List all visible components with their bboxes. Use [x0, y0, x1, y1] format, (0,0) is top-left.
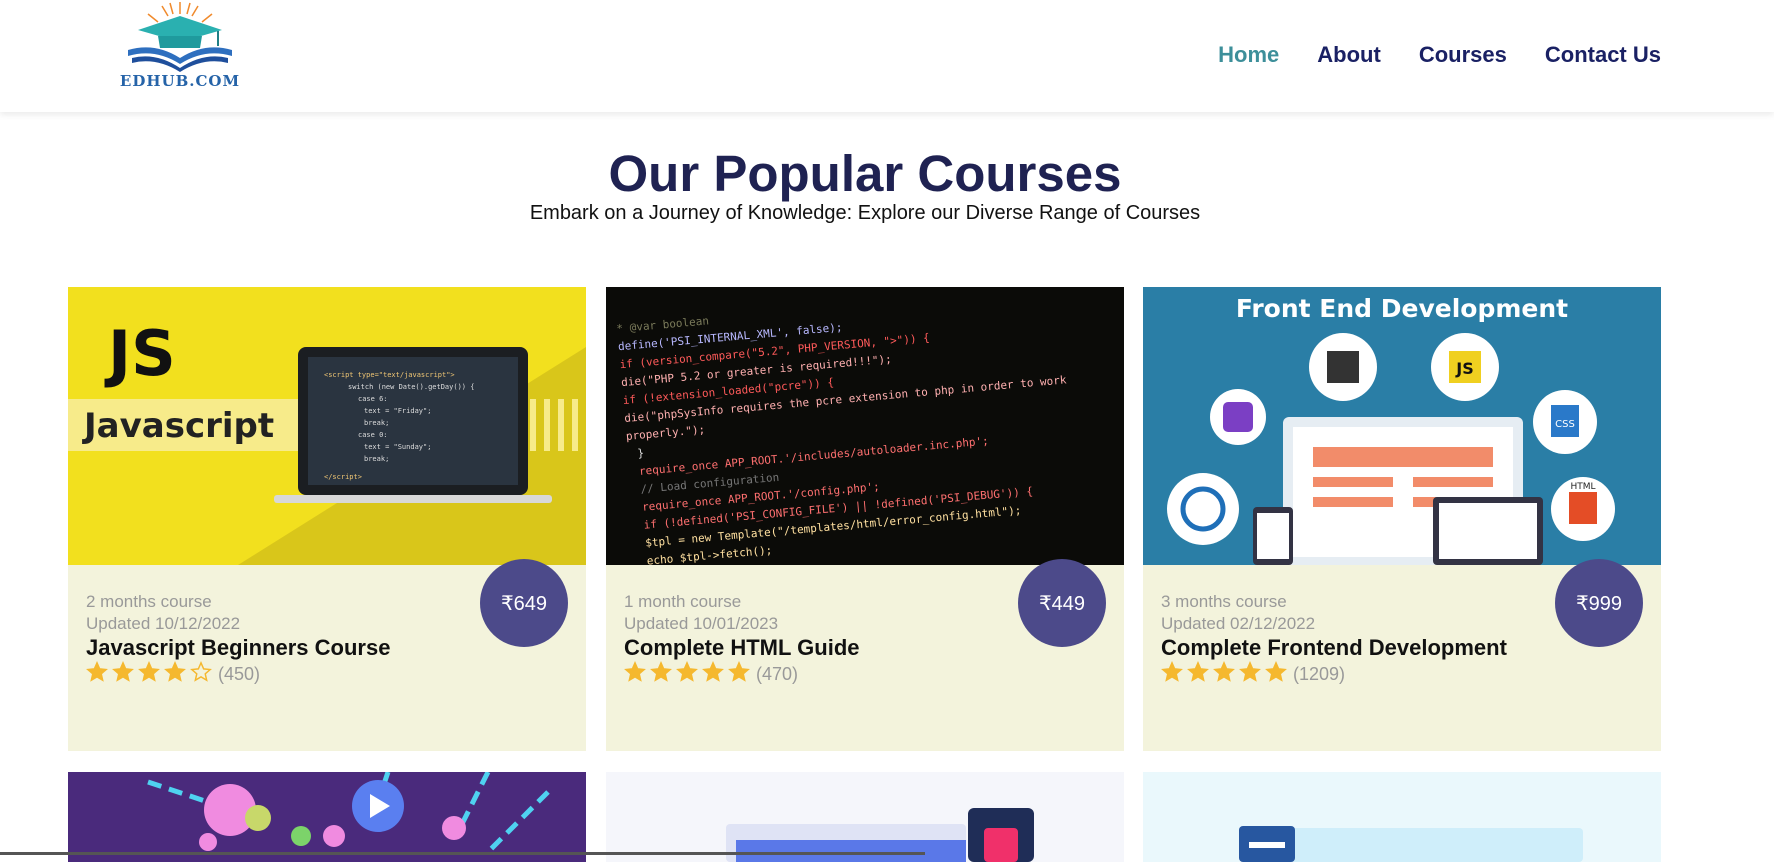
course-updated: Updated 10/12/2022 — [86, 614, 241, 633]
course-card-partial-1[interactable] — [68, 772, 586, 862]
ui-graphic — [1239, 826, 1583, 862]
stars-group — [1161, 661, 1291, 688]
nav-home[interactable]: Home — [1218, 42, 1279, 68]
price-badge[interactable]: ₹449 — [1018, 559, 1106, 647]
star-empty-icon — [190, 661, 212, 682]
review-count: (450) — [218, 664, 261, 684]
star-filled-icon — [1161, 661, 1183, 682]
svg-text:text = "Friday";: text = "Friday"; — [364, 407, 431, 415]
nav-about[interactable]: About — [1317, 42, 1381, 68]
svg-text:case 6:: case 6: — [358, 395, 388, 403]
svg-text:HTML: HTML — [1570, 482, 1595, 492]
section-subtitle: Embark on a Journey of Knowledge: Explor… — [529, 202, 1201, 224]
logo-book-cap-icon — [128, 2, 232, 72]
star-filled-icon — [1239, 661, 1261, 682]
svg-text:case 0:: case 0: — [358, 431, 388, 439]
course-card-javascript[interactable]: JS Javascript <script type="text/javascr… — [68, 287, 586, 751]
price-badge[interactable]: ₹649 — [480, 559, 568, 647]
section-title: Our Popular Courses — [608, 145, 1122, 202]
course-name[interactable]: Complete HTML Guide — [624, 635, 860, 661]
svg-text:</script>: </script> — [324, 473, 362, 481]
star-filled-icon — [624, 661, 646, 682]
nav-contact-us[interactable]: Contact Us — [1545, 42, 1661, 68]
network-graphic — [147, 772, 550, 854]
star-filled-icon — [164, 661, 186, 682]
course-card-partial-3[interactable] — [1143, 772, 1661, 862]
price-badge[interactable]: ₹999 — [1555, 559, 1643, 647]
star-filled-icon — [1187, 661, 1209, 682]
course-card-html[interactable]: * @var boolean define('PSI_INTERNAL_XML',… — [606, 287, 1124, 751]
horizontal-scrollbar[interactable] — [0, 852, 925, 855]
stars-group — [624, 661, 754, 688]
site-logo[interactable]: EDHUB.COM — [100, 0, 260, 92]
star-filled-icon — [702, 661, 724, 682]
star-filled-icon — [138, 661, 160, 682]
star-filled-icon — [676, 661, 698, 682]
javascript-label-text: Javascript — [82, 406, 274, 446]
review-count: (1209) — [1293, 664, 1346, 684]
js-badge-text: JS — [104, 317, 176, 390]
course-rating: (1209) — [1161, 661, 1345, 688]
course-card-partial-2[interactable] — [606, 772, 1124, 862]
code-line: } — [637, 446, 645, 460]
svg-text:CSS: CSS — [1555, 419, 1575, 430]
nav-courses[interactable]: Courses — [1419, 42, 1507, 68]
svg-text:break;: break; — [364, 455, 389, 463]
star-filled-icon — [1265, 661, 1287, 682]
course-duration: 1 month course — [624, 592, 742, 611]
svg-text:break;: break; — [364, 419, 389, 427]
course-image-frontend: Front End Development JS CSS HTML — [1143, 287, 1661, 565]
site-header: EDHUB.COM Home About Courses Contact Us — [0, 0, 1774, 112]
svg-text:JS: JS — [1455, 359, 1473, 378]
svg-text:switch (new Date().getDay()) {: switch (new Date().getDay()) { — [348, 383, 474, 391]
svg-text:<script type="text/javascript": <script type="text/javascript"> — [324, 371, 455, 379]
course-name[interactable]: Javascript Beginners Course — [86, 635, 390, 661]
course-updated: Updated 10/01/2023 — [624, 614, 779, 633]
stars-group — [86, 661, 216, 688]
star-filled-icon — [650, 661, 672, 682]
frontend-heading-text: Front End Development — [1236, 294, 1568, 323]
course-rating: (470) — [624, 661, 798, 688]
course-updated: Updated 02/12/2022 — [1161, 614, 1316, 633]
review-count: (470) — [756, 664, 799, 684]
course-card-frontend[interactable]: Front End Development JS CSS HTML 3 mont… — [1143, 287, 1661, 751]
logo-text: EDHUB.COM — [119, 72, 241, 90]
course-image-html: * @var boolean define('PSI_INTERNAL_XML',… — [606, 287, 1124, 565]
star-filled-icon — [728, 661, 750, 682]
star-filled-icon — [112, 661, 134, 682]
course-name[interactable]: Complete Frontend Development — [1161, 635, 1507, 661]
star-filled-icon — [86, 661, 108, 682]
star-filled-icon — [1213, 661, 1235, 682]
main-nav: Home About Courses Contact Us — [1218, 42, 1661, 68]
course-duration: 3 months course — [1161, 592, 1287, 611]
course-image-javascript: JS Javascript <script type="text/javascr… — [68, 287, 586, 565]
course-duration: 2 months course — [86, 592, 212, 611]
svg-text:text = "Sunday";: text = "Sunday"; — [364, 443, 431, 451]
course-rating: (450) — [86, 661, 260, 688]
ui-graphic — [726, 808, 1034, 862]
